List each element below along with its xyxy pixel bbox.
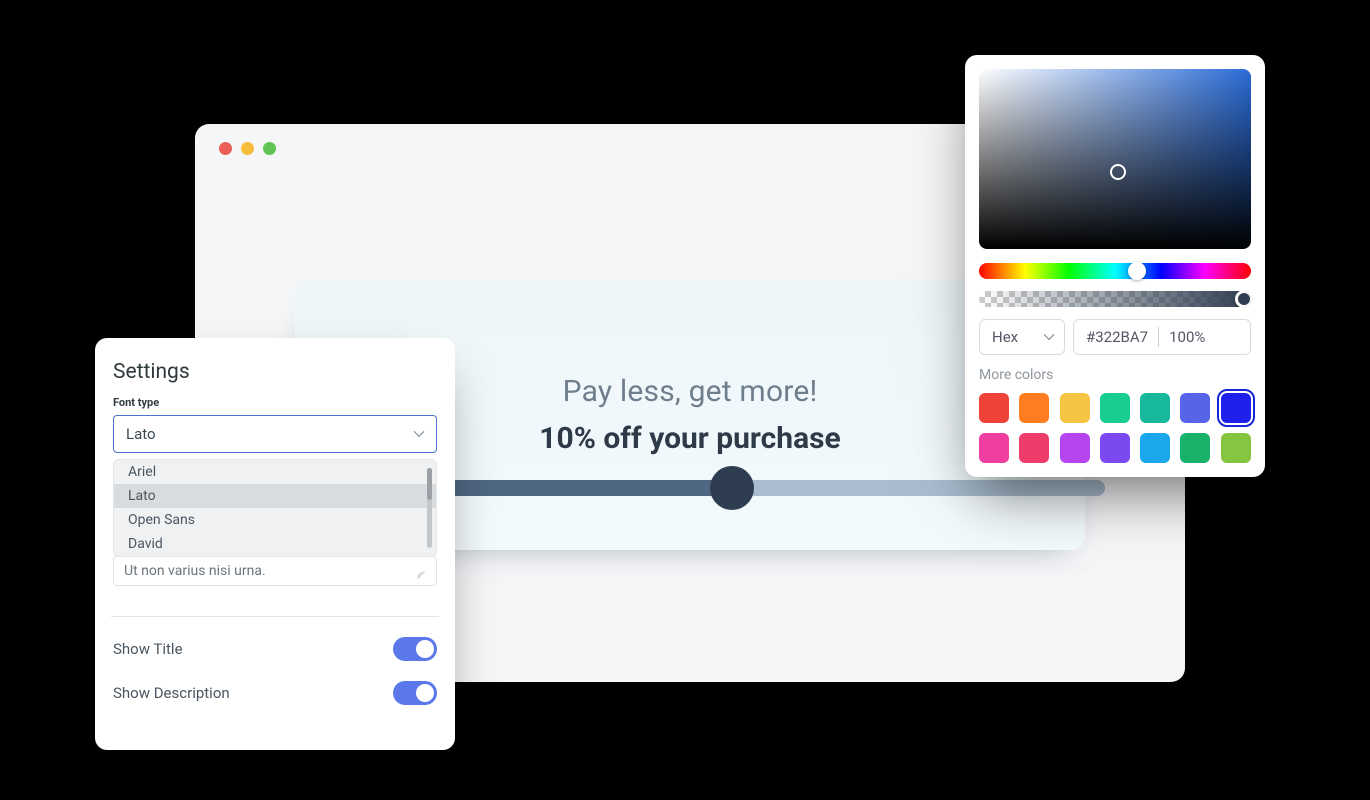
color-swatch[interactable] xyxy=(1019,393,1049,423)
font-option-open-sans[interactable]: Open Sans xyxy=(114,508,436,532)
alpha-knob[interactable] xyxy=(1235,291,1251,307)
color-hex-value: #322BA7 xyxy=(1086,328,1148,346)
show-description-toggle[interactable] xyxy=(393,681,437,705)
color-swatch[interactable] xyxy=(979,433,1009,463)
settings-title: Settings xyxy=(113,360,437,384)
font-type-dropdown: Ariel Lato Open Sans David xyxy=(113,459,437,557)
color-swatch[interactable] xyxy=(1100,433,1130,463)
more-colors-label: More colors xyxy=(979,367,1251,383)
font-option-ariel[interactable]: Ariel xyxy=(114,460,436,484)
window-traffic-lights xyxy=(219,142,276,155)
alpha-slider[interactable] xyxy=(979,291,1251,307)
saturation-area[interactable] xyxy=(979,69,1251,249)
color-swatch[interactable] xyxy=(1140,433,1170,463)
progress-knob[interactable] xyxy=(710,466,754,510)
color-opacity-value: 100% xyxy=(1169,328,1205,346)
alpha-gradient xyxy=(979,291,1251,307)
font-type-label: Font type xyxy=(113,396,437,409)
resize-grip-icon[interactable] xyxy=(414,565,426,577)
color-format-select[interactable]: Hex xyxy=(979,319,1065,355)
settings-panel: Settings Font type Lato Ariel Lato Open … xyxy=(95,338,455,750)
color-swatch[interactable] xyxy=(1140,393,1170,423)
minimize-window-icon[interactable] xyxy=(241,142,254,155)
sample-text-value: Ut non varius nisi urna. xyxy=(124,563,266,579)
chevron-down-icon xyxy=(412,427,426,441)
close-window-icon[interactable] xyxy=(219,142,232,155)
hue-slider[interactable] xyxy=(979,263,1251,279)
font-option-david[interactable]: David xyxy=(114,532,436,556)
font-type-select-value: Lato xyxy=(126,425,156,443)
chevron-down-icon xyxy=(1042,330,1056,344)
maximize-window-icon[interactable] xyxy=(263,142,276,155)
show-title-row: Show Title xyxy=(113,627,437,671)
saturation-cursor-icon[interactable] xyxy=(1110,164,1126,180)
color-hex-input[interactable]: #322BA7 100% xyxy=(1073,319,1251,355)
show-title-toggle[interactable] xyxy=(393,637,437,661)
input-separator xyxy=(1158,327,1159,347)
hue-knob[interactable] xyxy=(1128,262,1146,280)
color-swatch[interactable] xyxy=(1221,433,1251,463)
color-swatch[interactable] xyxy=(1100,393,1130,423)
color-swatch[interactable] xyxy=(1060,433,1090,463)
color-swatch[interactable] xyxy=(979,393,1009,423)
color-swatch[interactable] xyxy=(1060,393,1090,423)
show-description-label: Show Description xyxy=(113,684,230,702)
color-swatch[interactable] xyxy=(1221,393,1251,423)
settings-divider xyxy=(111,616,439,617)
color-format-value: Hex xyxy=(992,328,1018,346)
show-title-label: Show Title xyxy=(113,640,183,658)
color-swatches xyxy=(979,393,1251,463)
color-swatch[interactable] xyxy=(1180,433,1210,463)
show-description-row: Show Description xyxy=(113,671,437,715)
color-swatch[interactable] xyxy=(1180,393,1210,423)
color-swatch[interactable] xyxy=(1019,433,1049,463)
promo-card-title: Pay less, get more! xyxy=(563,374,818,409)
font-option-lato[interactable]: Lato xyxy=(114,484,436,508)
promo-card-subtitle: 10% off your purchase xyxy=(539,421,840,456)
sample-text-input[interactable]: Ut non varius nisi urna. xyxy=(113,556,437,586)
dropdown-scrollbar[interactable] xyxy=(427,468,432,548)
color-picker: Hex #322BA7 100% More colors xyxy=(965,55,1265,477)
font-type-select[interactable]: Lato xyxy=(113,415,437,453)
